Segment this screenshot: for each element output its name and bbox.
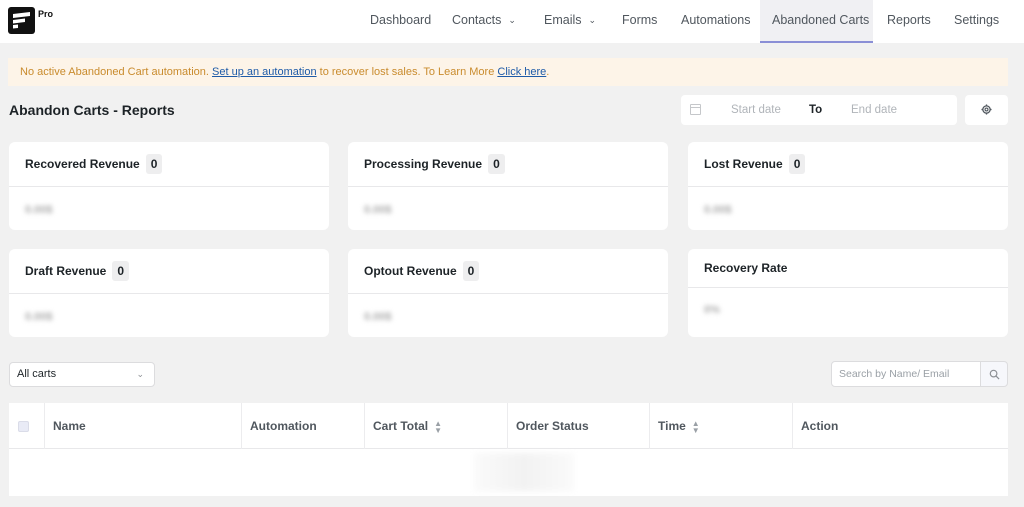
date-range-separator: To <box>809 104 823 116</box>
carts-table: Name Automation Cart Total ▲ ▼ Order Statu… <box>9 403 1008 496</box>
card-recovery-rate: Recovery Rate 0% <box>688 249 1008 337</box>
card-lost-revenue: Lost Revenue 0 0.00$ <box>688 142 1008 230</box>
chevron-down-icon: ⌄ <box>588 15 597 25</box>
pro-badge: Pro <box>38 9 54 19</box>
nav-reports[interactable]: Reports <box>887 0 931 43</box>
card-title: Draft Revenue <box>25 264 107 278</box>
card-value: 0.00$ <box>25 204 53 216</box>
count-badge: 0 <box>488 154 505 174</box>
card-draft-revenue: Draft Revenue 0 0.00$ <box>9 249 329 337</box>
column-action: Action <box>801 419 839 433</box>
card-header: Draft Revenue 0 <box>9 249 329 294</box>
card-title: Recovery Rate <box>704 261 788 275</box>
column-automation[interactable]: Automation <box>250 403 317 449</box>
card-header: Recovered Revenue 0 <box>9 142 329 187</box>
calendar-icon <box>690 104 701 115</box>
card-title: Lost Revenue <box>704 157 783 171</box>
card-value: 0.00$ <box>704 204 732 216</box>
search-icon <box>989 369 1000 380</box>
column-order-status[interactable]: Order Status <box>516 403 589 449</box>
nav-dashboard[interactable]: Dashboard <box>370 0 431 43</box>
nav-settings[interactable]: Settings <box>954 0 999 43</box>
loading-placeholder <box>474 453 574 491</box>
column-divider <box>649 403 650 449</box>
nav-automations[interactable]: Automations <box>681 0 750 43</box>
column-time[interactable]: Time ▲ ▼ <box>658 403 700 449</box>
chevron-down-icon: ⌄ <box>508 15 516 25</box>
column-divider <box>241 403 242 449</box>
card-title: Recovered Revenue <box>25 157 140 171</box>
card-recovered-revenue: Recovered Revenue 0 0.00$ <box>9 142 329 230</box>
card-title: Processing Revenue <box>364 157 483 171</box>
card-value: 0% <box>704 304 720 316</box>
page-title: Abandon Carts - Reports <box>9 102 175 118</box>
column-cart-total[interactable]: Cart Total ▲ ▼ <box>373 403 442 449</box>
table-header: Name Automation Cart Total ▲ ▼ Order Statu… <box>9 403 1008 449</box>
card-header: Processing Revenue 0 <box>348 142 668 187</box>
setup-automation-link[interactable]: Set up an automation <box>212 66 317 78</box>
fluentcrm-logo[interactable] <box>8 7 35 34</box>
count-badge: 0 <box>112 261 130 281</box>
gear-icon <box>981 104 992 115</box>
nav-emails[interactable]: Emails ⌄ <box>544 0 596 43</box>
card-value: 0.00$ <box>25 311 53 323</box>
column-name[interactable]: Name <box>53 403 86 449</box>
card-header: Optout Revenue 0 <box>348 249 668 294</box>
select-all-checkbox[interactable] <box>18 421 29 432</box>
card-title: Optout Revenue <box>364 264 457 278</box>
start-date-input[interactable]: Start date <box>731 104 781 116</box>
column-divider <box>364 403 365 449</box>
card-optout-revenue: Optout Revenue 0 0.00$ <box>348 249 668 337</box>
notice-text: to recover lost sales. To Learn More <box>316 66 498 78</box>
count-badge: 0 <box>145 154 163 174</box>
automation-notice: No active Abandoned Cart automation. Set… <box>8 58 1008 86</box>
top-nav: Pro Dashboard Contacts ⌄ Emails ⌄ Forms Au… <box>0 0 1024 43</box>
sort-icon[interactable]: ▲ ▼ <box>434 419 442 434</box>
date-range-picker[interactable]: Start date To End date <box>681 95 957 125</box>
notice-text: . <box>546 66 550 78</box>
nav-contacts[interactable]: Contacts ⌄ <box>452 0 516 43</box>
end-date-input[interactable]: End date <box>851 104 897 116</box>
column-divider <box>44 403 45 449</box>
settings-button[interactable] <box>965 95 1008 125</box>
cart-status-filter[interactable]: All carts ⌄ <box>9 362 155 387</box>
count-badge: 0 <box>788 154 806 174</box>
count-badge: 0 <box>462 261 480 281</box>
card-header: Lost Revenue 0 <box>688 142 1008 187</box>
search-input[interactable]: Search by Name/ Email <box>831 361 981 387</box>
learn-more-link[interactable]: Click here <box>497 66 546 78</box>
chevron-down-icon: ⌄ <box>136 369 144 379</box>
card-header: Recovery Rate <box>688 249 1008 288</box>
card-value: 0.00$ <box>364 204 392 216</box>
column-label: Cart Total <box>373 419 429 433</box>
column-divider <box>792 403 793 449</box>
notice-text: No active Abandoned Cart automation. <box>20 66 213 78</box>
search-button[interactable] <box>980 361 1008 387</box>
card-value: 0.00$ <box>364 311 392 323</box>
nav-forms[interactable]: Forms <box>622 0 657 43</box>
filter-selected-value: All carts <box>17 368 57 380</box>
card-processing-revenue: Processing Revenue 0 0.00$ <box>348 142 668 230</box>
column-label: Time <box>658 419 686 433</box>
nav-abandoned-carts[interactable]: Abandoned Carts <box>760 0 873 43</box>
sort-icon[interactable]: ▲ ▼ <box>692 419 700 434</box>
column-divider <box>507 403 508 449</box>
